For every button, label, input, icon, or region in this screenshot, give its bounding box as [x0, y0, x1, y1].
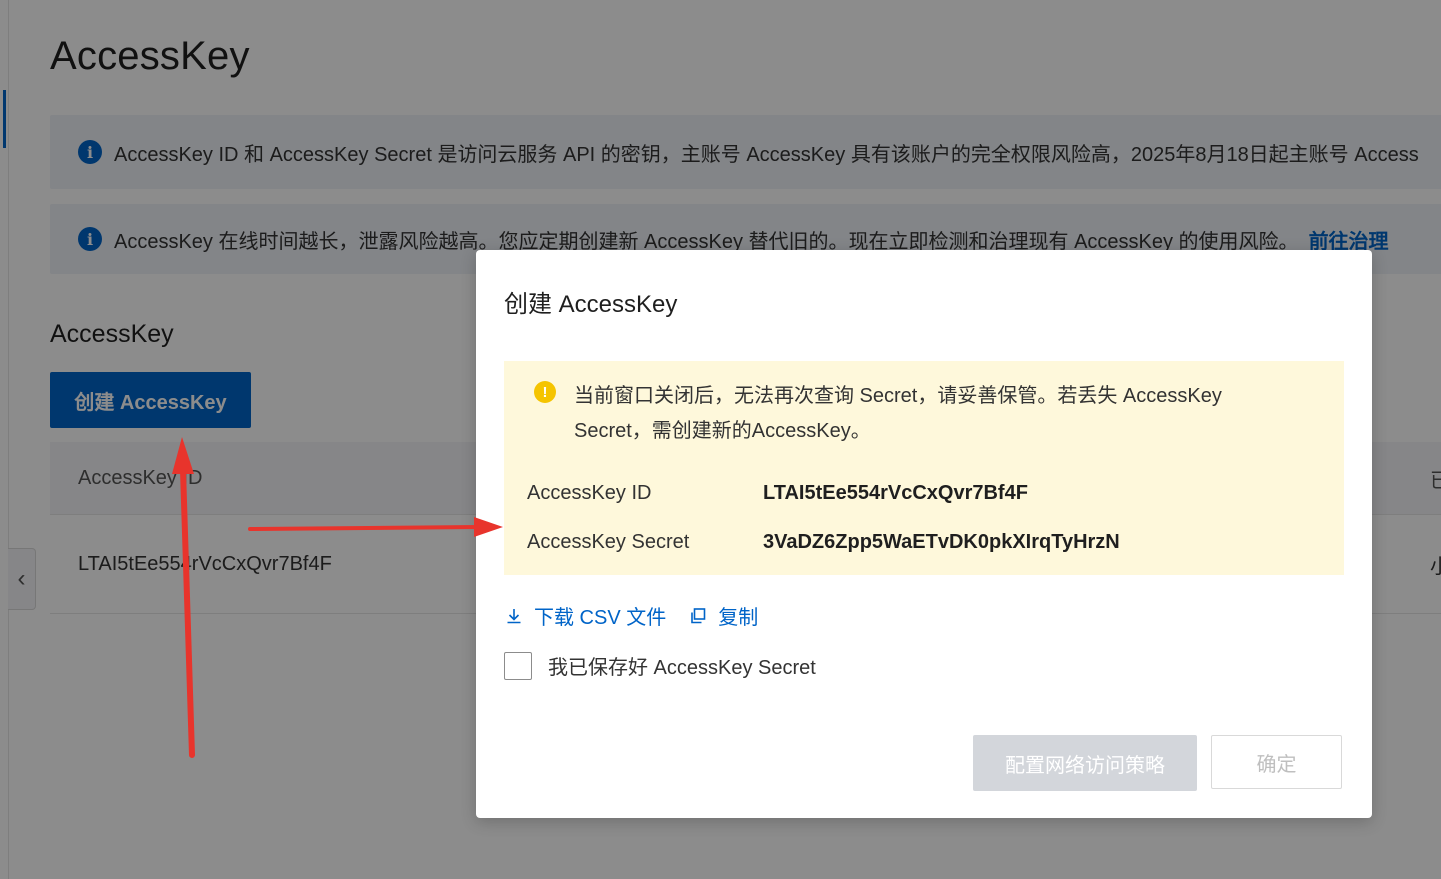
accesskey-secret-value: 3VaDZ6Zpp5WaETvDK0pkXIrqTyHrzN	[763, 531, 1120, 553]
saved-checkbox-label[interactable]: 我已保存好 AccessKey Secret	[548, 651, 816, 680]
download-icon	[507, 608, 521, 623]
copy-label: 复制	[718, 607, 759, 629]
warning-box: ! 当前窗口关闭后，无法再次查询 Secret，请妥善保管。若丢失 Access…	[504, 361, 1344, 575]
dialog-actions: 下载 CSV 文件 复制	[504, 601, 780, 630]
saved-checkbox[interactable]	[504, 651, 532, 680]
download-csv-link[interactable]: 下载 CSV 文件	[504, 601, 666, 630]
warning-text: 当前窗口关闭后，无法再次查询 Secret，请妥善保管。若丢失 AccessKe…	[574, 379, 1274, 449]
dialog-title: 创建 AccessKey	[504, 291, 678, 318]
copy-icon	[691, 607, 706, 623]
copy-link[interactable]: 复制	[688, 601, 758, 630]
warning-line-2: Secret，需创建新的AccessKey。	[574, 420, 871, 442]
accesskey-id-label: AccessKey ID	[527, 482, 652, 504]
accesskey-id-value: LTAI5tEe554rVcCxQvr7Bf4F	[763, 482, 1028, 504]
confirm-button[interactable]: 确定	[1211, 735, 1342, 789]
saved-confirmation: 我已保存好 AccessKey Secret	[504, 651, 816, 680]
warning-line-1: 当前窗口关闭后，无法再次查询 Secret，请妥善保管。若丢失 AccessKe…	[574, 385, 1222, 407]
download-csv-label: 下载 CSV 文件	[534, 607, 667, 629]
configure-network-policy-button[interactable]: 配置网络访问策略	[973, 735, 1197, 791]
accesskey-secret-label: AccessKey Secret	[527, 531, 690, 553]
warning-icon: !	[534, 381, 556, 403]
create-accesskey-dialog: 创建 AccessKey ! 当前窗口关闭后，无法再次查询 Secret，请妥善…	[476, 250, 1372, 818]
